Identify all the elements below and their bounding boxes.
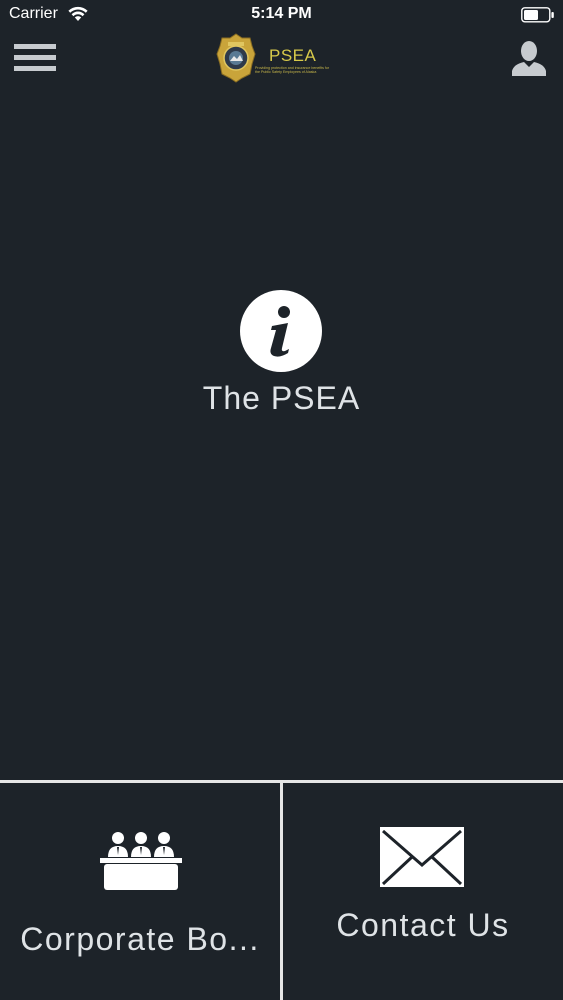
profile-icon[interactable] [512, 40, 546, 76]
board-meeting-icon [100, 832, 182, 890]
info-icon [240, 290, 322, 372]
status-bar: Carrier 5:14 PM [0, 0, 563, 30]
contact-us-tile[interactable]: Contact Us [283, 783, 563, 1000]
logo-tagline: Providing protection and insurance benef… [255, 66, 330, 74]
contact-us-label: Contact Us [336, 907, 510, 943]
the-psea-label: The PSEA [202, 380, 361, 416]
psea-logo: PSEA Providing protection and insurance … [216, 32, 336, 84]
battery-icon [521, 7, 554, 23]
the-psea-tile[interactable]: The PSEA [0, 86, 563, 780]
status-time: 5:14 PM [251, 5, 312, 22]
alaska-seal-icon [216, 33, 256, 83]
logo-title: PSEA [269, 46, 317, 65]
menu-icon[interactable] [14, 42, 56, 74]
corporate-board-label: Corporate Bo... [20, 921, 260, 957]
corporate-board-tile[interactable]: Corporate Bo... [0, 783, 280, 1000]
nav-bar: PSEA Providing protection and insurance … [0, 30, 563, 86]
envelope-icon [380, 827, 464, 887]
